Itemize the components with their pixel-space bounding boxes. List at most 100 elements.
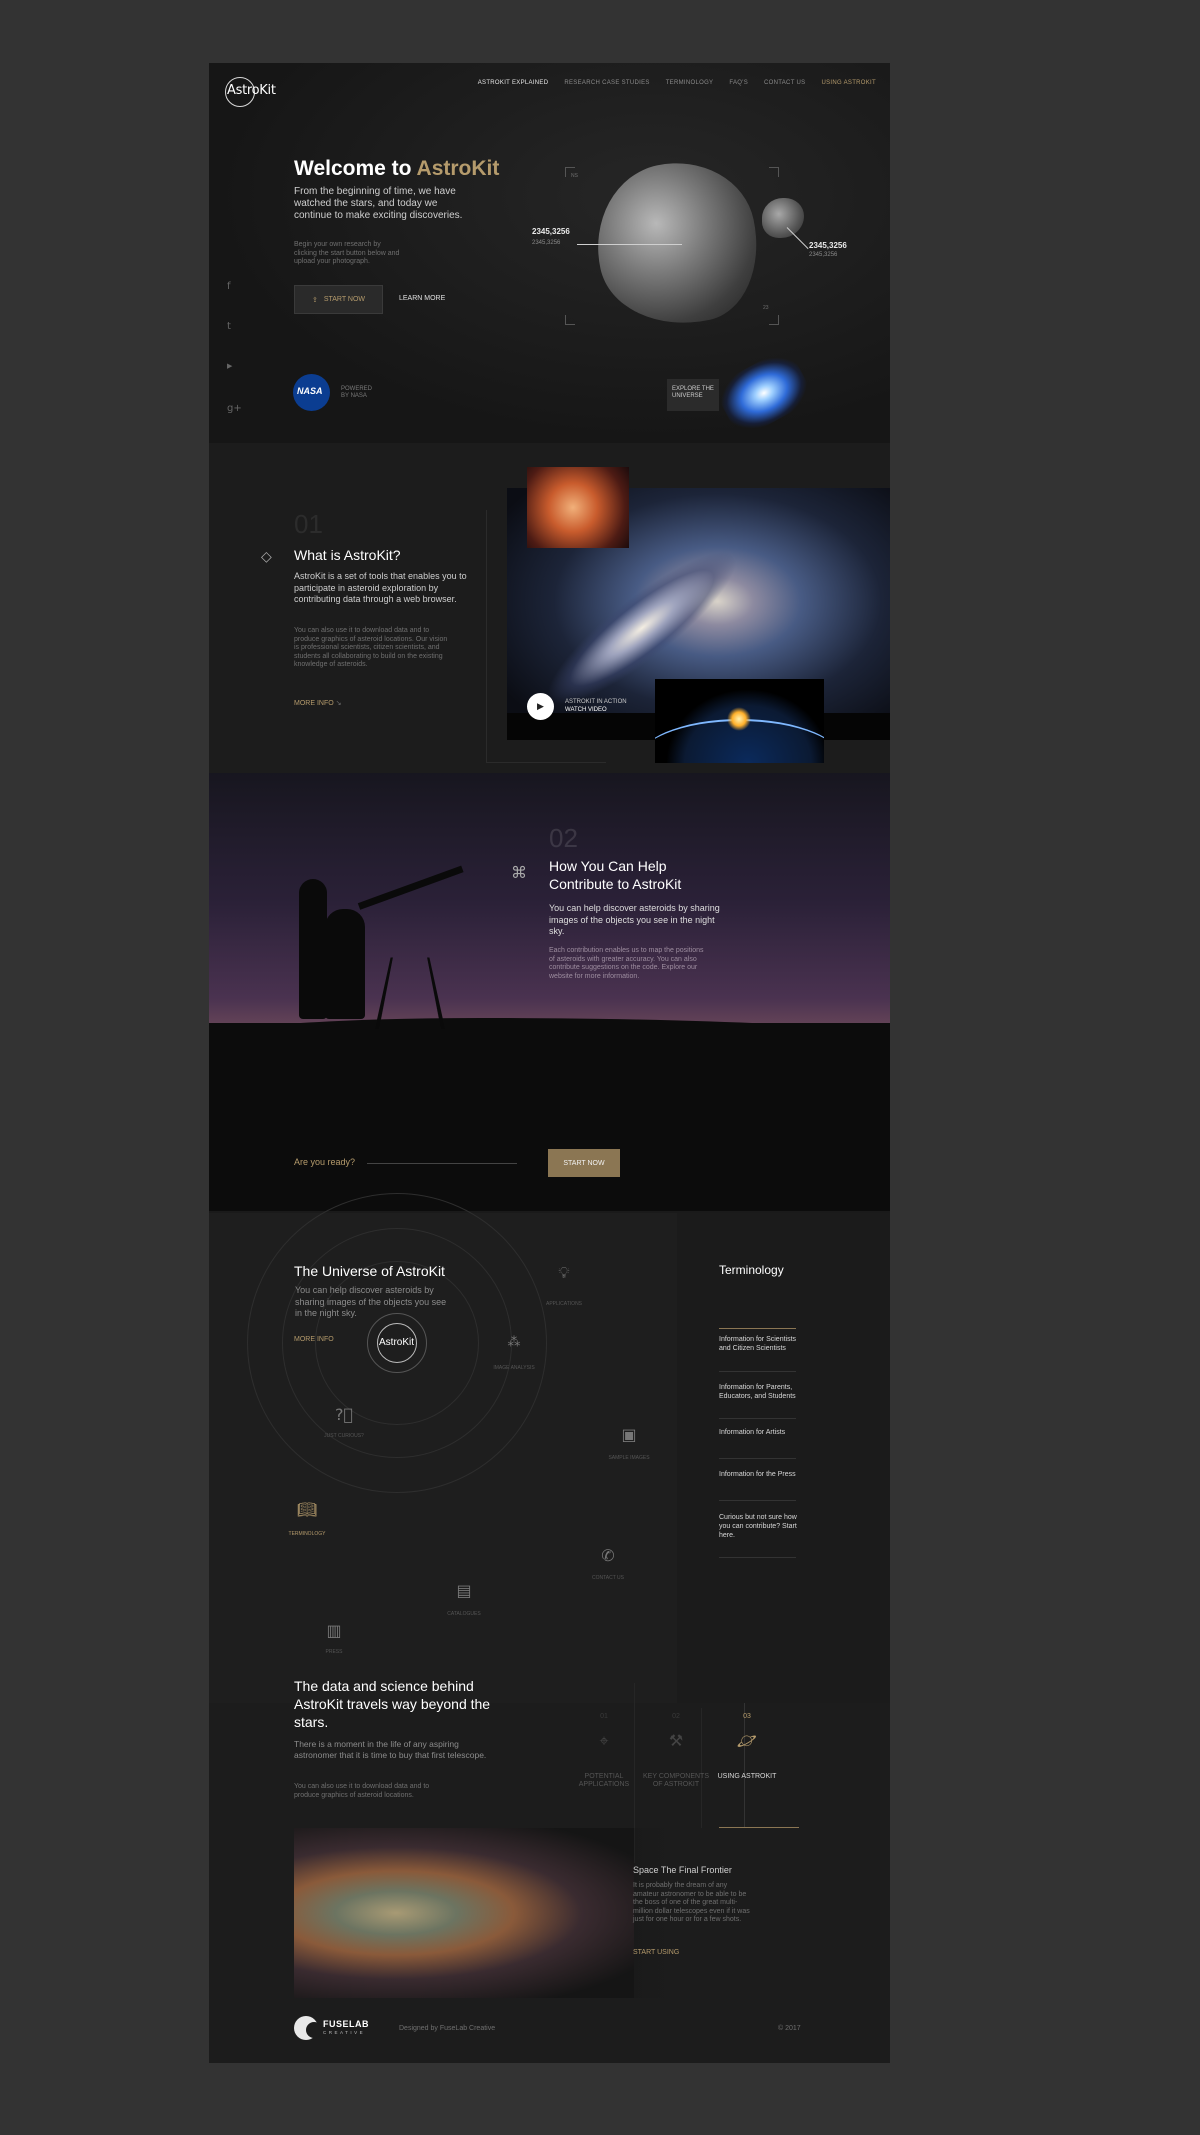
universe-more-info-link[interactable]: MORE INFO [294,1336,334,1343]
divider-line [486,510,487,762]
coord-right: 2345,3256 [809,241,847,250]
designed-by: Designed by FuseLab Creative [399,2025,496,2032]
data-body: You can also use it to download data and… [294,1783,430,1799]
learn-more-link[interactable]: LEARN MORE [399,295,445,302]
nav-faqs[interactable]: FAQ'S [729,80,748,86]
more-info-label: MORE INFO [294,700,334,707]
tab-using-astrokit[interactable]: USING ASTROKIT [712,1773,782,1781]
hero-title-prefix: Welcome to [294,157,417,180]
frame-label-top: NS [571,173,578,179]
network-icon[interactable]: ⁂ [499,1335,529,1350]
coord-line-left [577,244,682,245]
fuselab-wordmark: FUSELAB [323,2019,369,2029]
nasa-logo-text: NASA [297,386,323,396]
term-item-parents[interactable]: Information for Parents, Educators, and … [719,1383,799,1401]
section-number: 02 [549,823,578,853]
google-plus-icon[interactable]: g+ [227,403,242,414]
tab-key-components[interactable]: KEY COMPONENTS OF ASTROKIT [639,1773,713,1789]
terminology-panel [677,1213,890,1753]
start-using-link[interactable]: START USING [633,1949,679,1956]
cursor-icon: ⌖ [599,1731,609,1750]
card-body: It is probably the dream of any amateur … [633,1882,750,1923]
phone-icon[interactable]: ✆ [593,1546,623,1565]
upload-icon: ⇪ [311,296,318,304]
nav-using-astrokit[interactable]: USING ASTROKIT [821,80,876,86]
watch-video-link[interactable]: ASTROKIT IN ACTION WATCH VIDEO [565,699,627,714]
divider-line [367,1163,517,1164]
nav-contact-us[interactable]: CONTACT US [764,80,805,86]
page: AstroKit ASTROKIT EXPLAINED RESEARCH CAS… [209,63,890,2063]
coord-right-sub: 2345,3256 [809,252,838,258]
help-title-2: Contribute to AstroKit [549,876,682,892]
universe-lead: You can help discover asteroids by shari… [295,1285,447,1318]
arrow-icon: ↘ [335,700,342,707]
ground [209,1023,890,1211]
divider-line [719,1418,796,1419]
fuselab-sub: CREATIVE [323,2030,366,2035]
start-now-label: START NOW [323,296,366,303]
divider-line [719,1557,796,1558]
catalogue-icon[interactable]: ▤ [449,1581,479,1600]
divider-line [486,762,606,763]
more-info-link[interactable]: MORE INFO ↘ [294,699,342,707]
video-cta: WATCH VIDEO [565,706,607,713]
frame-corner-br [769,315,779,325]
node-image-analysis[interactable]: IMAGE ANALYSIS [479,1365,549,1371]
tab-number: 03 [743,1713,751,1720]
node-press[interactable]: PRESS [299,1649,369,1655]
what-body: You can also use it to download data and… [294,627,448,668]
tool-icon: ⚒ [668,1731,684,1750]
start-now-cta-button[interactable]: START NOW [548,1149,620,1177]
book-icon[interactable]: 📖︎ [289,1500,325,1519]
twitter-icon[interactable]: t [227,321,231,332]
logo[interactable]: AstroKit [227,83,276,98]
nav-terminology[interactable]: TERMINOLOGY [666,80,714,86]
video-caption: ASTROKIT IN ACTION [565,699,627,705]
node-sample-images[interactable]: SAMPLE IMAGES [594,1455,664,1461]
person-silhouette [299,879,327,1019]
nav-research-case-studies[interactable]: RESEARCH CASE STUDIES [564,80,649,86]
copyright: © 2017 [778,2025,801,2032]
image-icon[interactable]: ▣ [614,1425,644,1444]
explore-universe-button[interactable]: EXPLORE THE UNIVERSE [667,379,719,411]
node-catalogues[interactable]: CATALOGUES [429,1611,499,1617]
tab-potential-applications[interactable]: POTENTIAL APPLICATIONS [564,1773,644,1789]
help-body: Each contribution enables us to map the … [549,947,704,980]
powered-by-nasa: POWERED BY NASA [341,386,373,399]
divider-line [719,1500,796,1501]
term-item-curious[interactable]: Curious but not sure how you can contrib… [719,1513,799,1540]
facebook-icon[interactable]: f [227,281,231,292]
planet-icon: 🪐︎ [736,1731,758,1750]
nebula-thumbnail [527,467,629,548]
term-item-artists[interactable]: Information for Artists [719,1428,799,1437]
help-lead: You can help discover asteroids by shari… [549,903,720,936]
node-terminology[interactable]: TERMINOLOGY [272,1531,342,1537]
play-video-button[interactable]: ▶ [527,693,554,720]
sunrise [727,707,751,731]
press-icon[interactable]: ▥ [319,1621,349,1640]
astrokit-center-label: AstroKit [379,1337,415,1348]
term-item-scientists[interactable]: Information for Scientists and Citizen S… [719,1335,799,1353]
node-just-curious[interactable]: JUST CURIOUS? [309,1433,379,1439]
hero-lead: From the beginning of time, we have watc… [294,186,463,221]
earth-image [655,679,824,763]
play-icon: ▶ [537,701,544,711]
hero-sub: Begin your own research by clicking the … [294,241,400,265]
coord-left: 2345,3256 [532,227,570,236]
youtube-icon[interactable]: ▶ [227,362,232,370]
lightbulb-icon[interactable]: 💡︎ [549,1263,579,1283]
section-number: 01 [294,509,323,539]
node-applications[interactable]: APPLICATIONS [529,1301,599,1307]
fuselab-logo-mark [306,2022,322,2038]
question-icon[interactable]: ?⃝ [329,1405,359,1424]
term-item-press[interactable]: Information for the Press [719,1470,799,1479]
start-now-button[interactable]: ⇪ START NOW [294,285,383,314]
frame-corner-bl [565,315,575,325]
data-lead: There is a moment in the life of any asp… [294,1739,487,1760]
nav-astrokit-explained[interactable]: ASTROKIT EXPLAINED [478,80,549,86]
help-title-1: How You Can Help [549,858,667,874]
person-silhouette [325,909,365,1019]
node-contact-us[interactable]: CONTACT US [573,1575,643,1581]
universe-title: The Universe of AstroKit [294,1263,445,1279]
